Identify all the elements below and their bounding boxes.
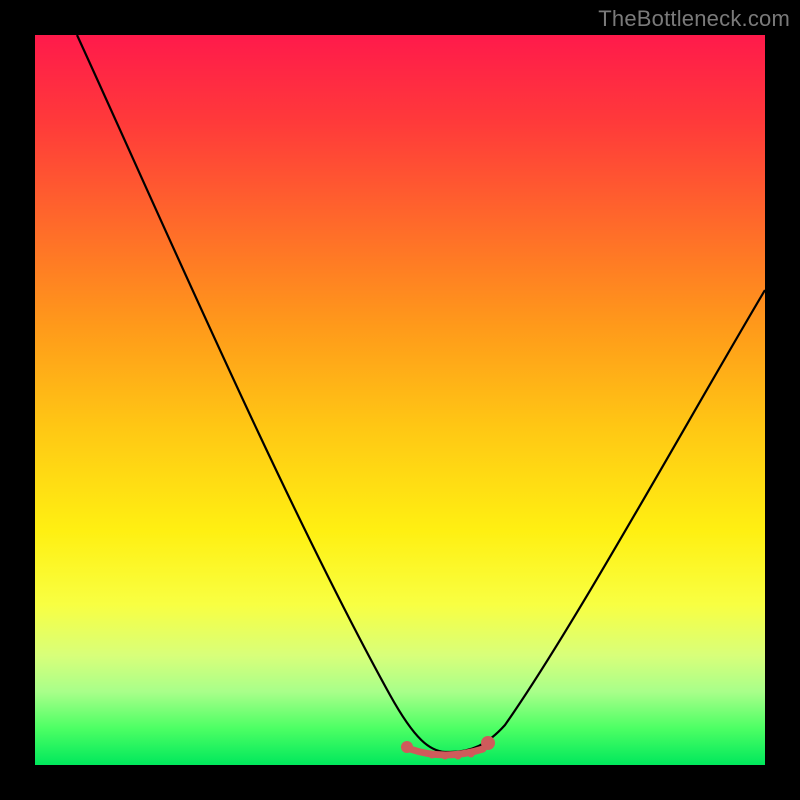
marker-dot-a — [429, 752, 436, 759]
chart-frame: TheBottleneck.com — [0, 0, 800, 800]
bottom-marker-group — [401, 736, 495, 760]
chart-svg — [35, 35, 765, 765]
marker-dot-right — [481, 736, 495, 750]
curve-path — [77, 35, 765, 752]
marker-dot-d — [468, 751, 475, 758]
chart-plot-area — [35, 35, 765, 765]
bottleneck-curve — [77, 35, 765, 752]
marker-dot-c — [455, 753, 462, 760]
marker-dot-b — [442, 753, 449, 760]
watermark-text: TheBottleneck.com — [598, 6, 790, 32]
